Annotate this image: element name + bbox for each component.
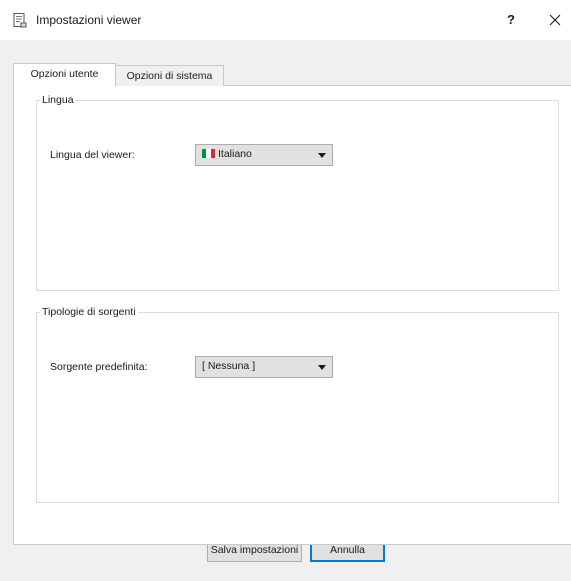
default-source-select[interactable]: [ Nessuna ] [195, 356, 333, 378]
chevron-down-icon [318, 365, 326, 370]
chevron-down-icon [318, 153, 326, 158]
default-source-value: [ Nessuna ] [202, 360, 256, 372]
tab-label: Opzioni di sistema [126, 70, 213, 82]
source-field-label: Sorgente predefinita: [50, 361, 148, 373]
tab-opzioni-di-sistema[interactable]: Opzioni di sistema [116, 65, 224, 86]
group-title-lingua: Lingua [40, 94, 76, 106]
language-selected-text: Italiano [218, 148, 252, 160]
language-field-label: Lingua del viewer: [50, 149, 135, 161]
tab-panel-opzioni-utente: Lingua Lingua del viewer: Italiano Tipol… [13, 85, 571, 545]
group-title-tipologie: Tipologie di sorgenti [40, 306, 138, 318]
italian-flag-icon [202, 149, 215, 158]
dialog-body: Opzioni utente Opzioni di sistema Lingua… [0, 40, 571, 581]
group-tipologie-di-sorgenti: Tipologie di sorgenti Sorgente predefini… [36, 306, 559, 503]
tab-opzioni-utente[interactable]: Opzioni utente [13, 63, 116, 86]
language-select-value: Italiano [202, 148, 252, 160]
help-button[interactable]: ? [500, 8, 522, 32]
settings-document-icon [12, 12, 28, 28]
group-lingua: Lingua Lingua del viewer: Italiano [36, 94, 559, 291]
language-select[interactable]: Italiano [195, 144, 333, 166]
tab-label: Opzioni utente [30, 68, 99, 80]
window-title: Impostazioni viewer [36, 13, 142, 27]
close-icon[interactable] [544, 8, 566, 32]
title-bar: Impostazioni viewer ? [0, 0, 571, 40]
